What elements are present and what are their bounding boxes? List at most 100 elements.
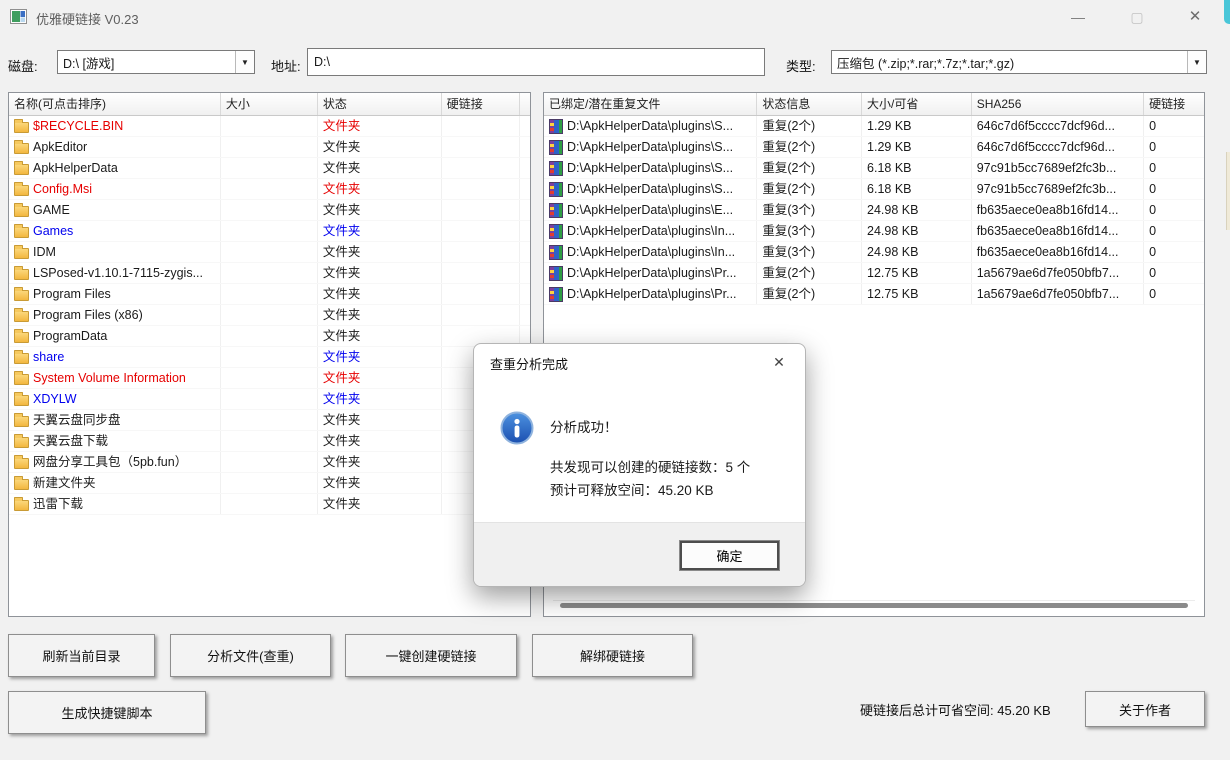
file-path-cell: D:\ApkHelperData\plugins\S...: [544, 116, 757, 136]
folder-name-cell: LSPosed-v1.10.1-7115-zygis...: [9, 263, 221, 283]
links-cell: [442, 221, 520, 241]
table-row[interactable]: Program Files文件夹: [9, 284, 530, 305]
table-row[interactable]: ApkHelperData文件夹: [9, 158, 530, 179]
folder-name: 新建文件夹: [33, 473, 96, 493]
folder-name: ProgramData: [33, 326, 107, 346]
close-button[interactable]: ✕: [1172, 0, 1218, 34]
scrollbar-thumb[interactable]: [560, 603, 1188, 608]
size-cell: [221, 326, 318, 346]
archive-icon: [549, 266, 563, 281]
ok-button[interactable]: 确定: [679, 540, 780, 571]
size-cell: [221, 410, 318, 430]
column-header[interactable]: 大小: [221, 93, 318, 115]
table-row[interactable]: GAME 文件夹: [9, 200, 530, 221]
folder-name-cell: Program Files: [9, 284, 221, 304]
column-header[interactable]: 硬链接: [1144, 93, 1204, 115]
dialog-close-icon[interactable]: ✕: [767, 350, 791, 374]
type-select[interactable]: 压缩包 (*.zip;*.rar;*.7z;*.tar;*.gz) ▼: [831, 50, 1207, 74]
status-cell: 文件夹: [318, 242, 442, 262]
dialog-stat-links: 共发现可以创建的硬链接数：5 个: [550, 456, 750, 476]
table-row[interactable]: 天翼云盘下载文件夹: [9, 431, 530, 452]
filler-cell: [520, 284, 530, 304]
size-cell: [221, 284, 318, 304]
table-row[interactable]: D:\ApkHelperData\plugins\Pr...重复(2个)12.7…: [544, 263, 1204, 284]
address-input[interactable]: D:\: [307, 48, 765, 76]
status-cell: 文件夹: [318, 200, 442, 220]
links-cell: [442, 200, 520, 220]
table-row[interactable]: D:\ApkHelperData\plugins\In...重复(3个)24.9…: [544, 221, 1204, 242]
table-row[interactable]: D:\ApkHelperData\plugins\S...重复(2个)1.29 …: [544, 116, 1204, 137]
table-row[interactable]: D:\ApkHelperData\plugins\In...重复(3个)24.9…: [544, 242, 1204, 263]
maximize-button[interactable]: ▢: [1114, 0, 1160, 34]
folder-name: Program Files (x86): [33, 305, 143, 325]
table-row[interactable]: D:\ApkHelperData\plugins\S...重复(2个)6.18 …: [544, 179, 1204, 200]
table-row[interactable]: Program Files (x86)文件夹: [9, 305, 530, 326]
table-row[interactable]: share文件夹: [9, 347, 530, 368]
file-path: D:\ApkHelperData\plugins\S...: [567, 116, 733, 136]
disk-select[interactable]: D:\ [游戏] ▼: [57, 50, 255, 74]
status-cell: 文件夹: [318, 347, 442, 367]
unbind-links-button[interactable]: 解绑硬链接: [532, 634, 693, 677]
folder-name: System Volume Information: [33, 368, 186, 388]
table-row[interactable]: LSPosed-v1.10.1-7115-zygis... 文件夹: [9, 263, 530, 284]
folder-icon: [14, 500, 29, 511]
table-row[interactable]: 网盘分享工具包（5pb.fun）文件夹: [9, 452, 530, 473]
column-header[interactable]: 已绑定/潜在重复文件: [544, 93, 757, 115]
folder-name-cell: 天翼云盘下载: [9, 431, 221, 451]
type-label: 类型:: [786, 56, 816, 75]
folder-name: Games: [33, 221, 73, 241]
left-rows: $RECYCLE.BIN文件夹ApkEditor文件夹ApkHelperData…: [9, 116, 530, 515]
table-row[interactable]: D:\ApkHelperData\plugins\S...重复(2个)1.29 …: [544, 137, 1204, 158]
table-row[interactable]: D:\ApkHelperData\plugins\E...重复(3个)24.98…: [544, 200, 1204, 221]
sha256-cell: 97c91b5cc7689ef2fc3b...: [972, 158, 1144, 178]
table-row[interactable]: 天翼云盘同步盘文件夹: [9, 410, 530, 431]
folder-name: GAME: [33, 200, 70, 220]
folder-icon: [14, 164, 29, 175]
links-cell: [442, 242, 520, 262]
column-header[interactable]: 状态: [318, 93, 442, 115]
file-path-cell: D:\ApkHelperData\plugins\S...: [544, 158, 757, 178]
table-row[interactable]: $RECYCLE.BIN文件夹: [9, 116, 530, 137]
archive-icon: [549, 161, 563, 176]
links-cell: [442, 137, 520, 157]
table-row[interactable]: D:\ApkHelperData\plugins\Pr...重复(2个)12.7…: [544, 284, 1204, 305]
horizontal-scrollbar[interactable]: [553, 600, 1195, 609]
column-header[interactable]: SHA256: [972, 93, 1144, 115]
table-row[interactable]: XDYLW文件夹: [9, 389, 530, 410]
table-row[interactable]: Config.Msi文件夹: [9, 179, 530, 200]
dialog-stat-space: 预计可释放空间：45.20 KB: [550, 479, 714, 499]
file-path-cell: D:\ApkHelperData\plugins\In...: [544, 242, 757, 262]
links-cell: [442, 179, 520, 199]
about-button[interactable]: 关于作者: [1085, 691, 1205, 727]
column-header[interactable]: 大小/可省: [862, 93, 972, 115]
gen-script-button[interactable]: 生成快捷键脚本: [8, 691, 206, 734]
column-header[interactable]: 硬链接: [442, 93, 520, 115]
table-row[interactable]: ProgramData文件夹: [9, 326, 530, 347]
status-cell: 文件夹: [318, 473, 442, 493]
table-row[interactable]: 新建文件夹 文件夹: [9, 473, 530, 494]
status-cell: 文件夹: [318, 263, 442, 283]
table-row[interactable]: IDM文件夹: [9, 242, 530, 263]
create-links-button[interactable]: 一键创建硬链接: [345, 634, 517, 677]
filler-cell: [520, 200, 530, 220]
chevron-down-icon[interactable]: ▼: [1187, 51, 1206, 73]
column-header[interactable]: 状态信息: [757, 93, 862, 115]
status-cell: 文件夹: [318, 179, 442, 199]
table-row[interactable]: ApkEditor文件夹: [9, 137, 530, 158]
table-row[interactable]: D:\ApkHelperData\plugins\S...重复(2个)6.18 …: [544, 158, 1204, 179]
table-row[interactable]: 迅雷下载文件夹: [9, 494, 530, 515]
filler-cell: [520, 242, 530, 262]
analyze-button[interactable]: 分析文件(查重): [170, 634, 331, 677]
folder-name-cell: GAME: [9, 200, 221, 220]
archive-icon: [549, 245, 563, 260]
chevron-down-icon[interactable]: ▼: [235, 51, 254, 73]
links-cell: 0: [1144, 221, 1204, 241]
column-header[interactable]: 名称(可点击排序): [9, 93, 221, 115]
table-row[interactable]: Games文件夹: [9, 221, 530, 242]
table-row[interactable]: System Volume Information文件夹: [9, 368, 530, 389]
links-cell: 0: [1144, 242, 1204, 262]
refresh-button[interactable]: 刷新当前目录: [8, 634, 155, 677]
minimize-button[interactable]: —: [1055, 0, 1101, 34]
folder-name-cell: 天翼云盘同步盘: [9, 410, 221, 430]
links-cell: [442, 263, 520, 283]
